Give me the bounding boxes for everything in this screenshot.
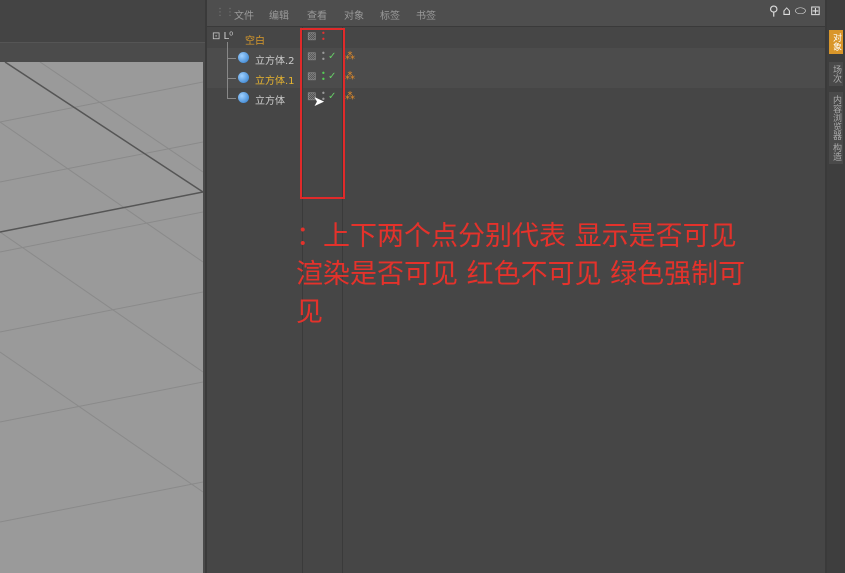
viewport-toolbar: ✥⇣⊙⊓ bbox=[0, 42, 205, 101]
viewport-header bbox=[0, 0, 205, 42]
highlight-box bbox=[300, 28, 345, 199]
menu-edit[interactable]: 编辑 bbox=[269, 7, 289, 22]
tree-line bbox=[227, 58, 236, 79]
tree-line bbox=[227, 78, 236, 99]
menu-file[interactable]: 文件 bbox=[234, 7, 254, 22]
annotation-text: ：上下两个点分别代表 显示是否可见 渲染是否可见 红色不可见 绿色强制可见 bbox=[296, 221, 746, 328]
grip-icon: ⋮⋮ bbox=[215, 7, 235, 18]
cube-icon bbox=[238, 72, 249, 83]
cube-icon bbox=[238, 92, 249, 103]
side-tabs: 对象 场次 内容浏览器 构造 bbox=[827, 0, 845, 573]
material-tag-icon[interactable]: ⁂ bbox=[345, 91, 355, 102]
tree-line bbox=[227, 42, 236, 59]
menu-tags[interactable]: 标签 bbox=[380, 7, 400, 22]
menu-view[interactable]: 查看 bbox=[307, 7, 327, 22]
cube-icon bbox=[238, 52, 249, 63]
material-tag-icon[interactable]: ⁂ bbox=[345, 51, 355, 62]
menu-object[interactable]: 对象 bbox=[344, 7, 364, 22]
tab-structure[interactable]: 构造 bbox=[829, 140, 843, 164]
tab-objects[interactable]: 对象 bbox=[829, 30, 843, 54]
null-object-icon: ⊡ L⁰ bbox=[212, 31, 234, 42]
material-tag-icon[interactable]: ⁂ bbox=[345, 71, 355, 82]
search-home-tools-icons[interactable]: ⚲ ⌂ ⬭ ⊞ bbox=[769, 4, 821, 19]
menu-bar: ⋮⋮ 文件 编辑 查看 对象 标签 书签 ⚲ ⌂ ⬭ ⊞ bbox=[207, 0, 825, 27]
viewport-canvas[interactable] bbox=[0, 62, 203, 573]
tab-content-browser[interactable]: 内容浏览器 bbox=[829, 92, 843, 143]
tab-takes[interactable]: 场次 bbox=[829, 62, 843, 86]
viewport-panel: ✥⇣⊙⊓ bbox=[0, 0, 205, 573]
menu-bookmarks[interactable]: 书签 bbox=[416, 7, 436, 22]
grid-floor bbox=[0, 62, 203, 523]
